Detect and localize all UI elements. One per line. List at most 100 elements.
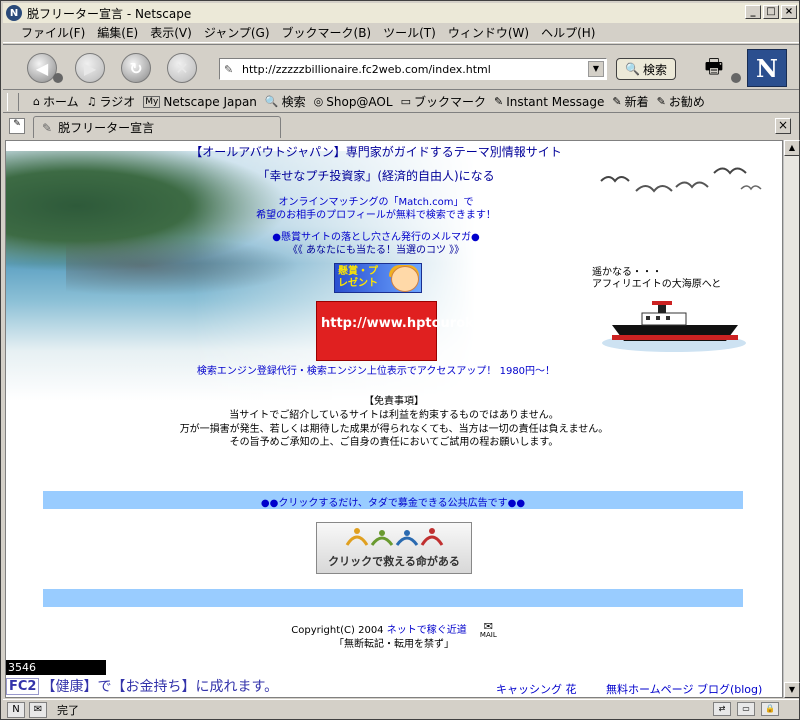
- prize-banner-text: 懸賞・プレゼント: [338, 266, 378, 289]
- fc2-badge[interactable]: FC2: [6, 677, 40, 695]
- bookmark-home[interactable]: ⌂ ホーム: [33, 93, 79, 110]
- search-button[interactable]: 🔍 検索: [616, 58, 676, 80]
- bookmark-radio[interactable]: ♫ ラジオ: [87, 93, 136, 110]
- stop-button[interactable]: ✕: [167, 53, 197, 83]
- ad-bar-text[interactable]: ●●クリックするだけ、タダで募金できる公共広告です●●: [43, 494, 743, 509]
- menu-tools[interactable]: ツール(T): [383, 24, 436, 41]
- maximize-button[interactable]: □: [763, 5, 779, 19]
- personal-toolbar: ⌂ ホーム ♫ ラジオ My Netscape Japan 🔍 検索 ◎ Shop@AOL…: [3, 91, 799, 113]
- reload-icon: ↻: [129, 58, 143, 78]
- bookmark-link-icon: ✎: [612, 95, 622, 108]
- scroll-down-button[interactable]: ▼: [784, 682, 800, 698]
- menu-go[interactable]: ジャンプ(G): [204, 24, 270, 41]
- ship-image: [602, 301, 746, 352]
- bookmark-search[interactable]: 🔍 検索: [265, 93, 306, 110]
- window-title: 脱フリーター宣言 - Netscape: [27, 6, 192, 21]
- menu-edit[interactable]: 編集(E): [97, 24, 138, 41]
- prize-banner[interactable]: 懸賞・プレゼント: [334, 263, 422, 293]
- search-button-label: 検索: [642, 62, 667, 77]
- headline-link[interactable]: 【オールアバウトジャパン】専門家がガイドするテーマ別情報サイト: [186, 143, 566, 160]
- netscape-icon: N: [6, 5, 22, 21]
- menu-help[interactable]: ヘルプ(H): [541, 24, 595, 41]
- bookmark-recommended[interactable]: ✎ お勧め: [657, 93, 705, 110]
- hptouroku-banner[interactable]: http://www.hptouroku.com/: [316, 301, 523, 361]
- menu-bar: ファイル(F) 編集(E) 表示(V) ジャンプ(G) ブックマーク(B) ツー…: [3, 23, 799, 43]
- close-button[interactable]: ×: [781, 5, 797, 19]
- menu-view[interactable]: 表示(V): [150, 24, 192, 41]
- aol-icon: ◎: [313, 95, 324, 108]
- my-icon: My: [143, 95, 161, 108]
- netscape-logo[interactable]: N: [747, 49, 787, 87]
- status-bar: N ✉ 完了 ⇄ ▭ 🔒: [3, 699, 799, 719]
- footer-link-cashing[interactable]: キャッシング 花: [496, 681, 577, 697]
- click-banner-label: クリックで救える命がある: [328, 555, 460, 568]
- click-donation-banner[interactable]: クリックで救える命がある: [316, 522, 472, 574]
- scroll-up-button[interactable]: ▲: [784, 140, 800, 156]
- page-icon: ✎: [42, 120, 53, 135]
- folder-icon: ▭: [400, 95, 411, 108]
- match-line-2[interactable]: 希望のお相手のプロフィールが無料で検索できます！: [186, 206, 566, 221]
- no-copy-notice: 「無断転記・転用を禁ず」: [334, 639, 454, 650]
- menu-window[interactable]: ウィンドウ(W): [448, 24, 529, 41]
- close-tab-button[interactable]: ×: [775, 118, 791, 134]
- title-bar: N 脱フリーター宣言 - Netscape _ □ ×: [3, 3, 799, 23]
- tagline-2: アフィリエイトの大海原へと: [592, 279, 722, 290]
- minimize-button[interactable]: _: [745, 5, 761, 19]
- status-text: 完了: [57, 703, 79, 717]
- url-text[interactable]: http://zzzzzbillionaire.fc2web.com/index…: [242, 63, 491, 76]
- search-icon: 🔍: [625, 62, 640, 76]
- bookmark-instant-message[interactable]: ✎ Instant Message: [494, 95, 604, 109]
- print-dropdown[interactable]: [731, 73, 741, 83]
- seagulls-image: [600, 167, 762, 193]
- print-icon[interactable]: 🖶: [699, 52, 729, 82]
- fc2-ad-row: FC2 【健康】で【お金持ち】に成れます。: [6, 677, 278, 695]
- access-counter: 3546: [6, 660, 106, 675]
- tab-label: 脱フリーター宣言: [58, 121, 155, 135]
- page-proxy-icon[interactable]: ✎: [224, 63, 238, 76]
- vertical-scrollbar[interactable]: ▲ ▼: [783, 140, 800, 698]
- popup-icon: ▭: [737, 702, 755, 716]
- stop-icon: ✕: [175, 58, 189, 78]
- browser-window: N 脱フリーター宣言 - Netscape _ □ × ファイル(F) 編集(E…: [0, 0, 800, 720]
- footer-link-free-homepage[interactable]: 無料ホームページ ブログ(blog): [606, 681, 762, 697]
- disclaimer-line-3: その旨予めご承知の上、ご自身の責任においてご試用の程お願いします。: [229, 437, 559, 448]
- arrow-right-icon: ▶: [83, 58, 97, 78]
- ad-bar-top: ●●クリックするだけ、タダで募金できる公共広告です●●: [43, 491, 743, 509]
- bookmark-new[interactable]: ✎ 新着: [612, 93, 648, 110]
- security-icon: 🔒: [761, 702, 779, 716]
- people-icon: [345, 528, 444, 546]
- reload-button[interactable]: ↻: [121, 53, 151, 83]
- menu-bookmarks[interactable]: ブックマーク(B): [282, 24, 372, 41]
- back-history-dropdown[interactable]: [53, 73, 63, 83]
- fc2-ad-text[interactable]: 【健康】で【お金持ち】に成れます。: [41, 676, 278, 696]
- magazine-line-2[interactable]: 《《 あなたにも当たる！当選のコツ 》》: [186, 241, 566, 256]
- seo-link[interactable]: 検索エンジン登録代行・検索エンジン上位表示でアクセスアップ！ 1980円〜！: [156, 362, 596, 377]
- character-face: [391, 266, 419, 292]
- subhead-link[interactable]: 「幸せなプチ投資家」(経済的自由人)になる: [186, 167, 566, 184]
- arrow-left-icon: ◀: [35, 58, 49, 78]
- toolbar-grip[interactable]: [7, 92, 19, 111]
- page-content: 【オールアバウトジャパン】専門家がガイドするテーマ別情報サイト 「幸せなプチ投資…: [5, 140, 783, 698]
- home-icon: ⌂: [33, 95, 40, 108]
- bookmark-link-icon: ✎: [656, 95, 666, 108]
- url-dropdown-button[interactable]: ▼: [588, 61, 604, 77]
- radio-icon: ♫: [86, 95, 97, 108]
- bookmark-netscape-japan[interactable]: My Netscape Japan: [143, 95, 257, 109]
- menu-file[interactable]: ファイル(F): [21, 24, 85, 41]
- new-tab-icon[interactable]: ✎: [9, 118, 25, 134]
- netscape-status-icon[interactable]: N: [7, 701, 25, 718]
- bookmark-shop-aol[interactable]: ◎ Shop@AOL: [314, 95, 393, 109]
- bookmark-bookmarks[interactable]: ▭ ブックマーク: [401, 93, 486, 110]
- disclaimer-title: 【免責事項】: [364, 396, 424, 407]
- navigation-toolbar: ◀ ▶ ↻ ✕ ✎ http://zzzzzbillionaire.fc2web…: [3, 44, 799, 90]
- magnifier-icon: 🔍: [264, 95, 279, 108]
- forward-button[interactable]: ▶: [75, 53, 105, 83]
- mail-status-icon[interactable]: ✉: [29, 701, 47, 718]
- tab-current[interactable]: ✎ 脱フリーター宣言: [33, 116, 281, 138]
- tab-bar: ✎ ✎ 脱フリーター宣言 ×: [3, 114, 799, 138]
- ad-bar-bottom: [43, 589, 743, 607]
- url-bar[interactable]: ✎ http://zzzzzbillionaire.fc2web.com/ind…: [219, 58, 607, 80]
- bookmark-link-icon: ✎: [493, 95, 504, 108]
- connection-icon: ⇄: [713, 702, 731, 716]
- disclaimer-line-1: 当サイトでご紹介しているサイトは利益を約束するものではありません。: [229, 410, 559, 421]
